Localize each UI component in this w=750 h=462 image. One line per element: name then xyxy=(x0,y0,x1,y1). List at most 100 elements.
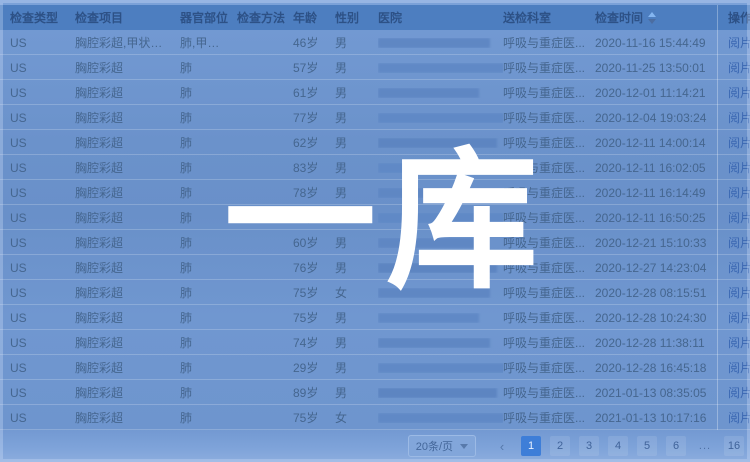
column-header-department: 送检科室 xyxy=(503,9,595,26)
cell-actions: 阅片 xyxy=(717,105,750,130)
sort-desc-icon xyxy=(648,19,656,24)
page-number-button[interactable]: 2 xyxy=(550,436,570,456)
cell-check-type: US xyxy=(10,361,75,375)
cell-check-item: 胸腔彩超 xyxy=(75,184,180,201)
page-number-button[interactable]: 4 xyxy=(608,436,628,456)
cell-check-time: 2020-12-28 08:15:51 xyxy=(595,286,717,300)
view-film-link[interactable]: 阅片 xyxy=(728,159,750,176)
view-film-link[interactable]: 阅片 xyxy=(728,259,750,276)
view-film-link[interactable]: 阅片 xyxy=(728,134,750,151)
cell-hospital xyxy=(378,238,503,248)
cell-check-type: US xyxy=(10,161,75,175)
table-row: US 胸腔彩超 肺 76岁 女 呼吸与重症医... 2020-12-11 16:… xyxy=(0,205,750,230)
cell-check-time: 2021-01-13 08:35:05 xyxy=(595,386,717,400)
table-row: US 胸腔彩超 肺 89岁 男 呼吸与重症医... 2021-01-13 08:… xyxy=(0,380,750,405)
column-header-check-time[interactable]: 检查时间 xyxy=(595,9,717,26)
cell-check-type: US xyxy=(10,311,75,325)
table-row: US 胸腔彩超 肺 76岁 男 呼吸与重症医... 2020-12-27 14:… xyxy=(0,255,750,280)
view-film-link[interactable]: 阅片 xyxy=(728,359,750,376)
cell-check-type: US xyxy=(10,86,75,100)
view-film-link[interactable]: 阅片 xyxy=(728,209,750,226)
cell-hospital xyxy=(378,88,503,98)
exam-table: 检查类型 检查项目 器官部位 检查方法 年龄 性别 医院 送检科室 检查时间 操… xyxy=(0,5,750,430)
cell-department: 呼吸与重症医... xyxy=(503,309,595,326)
cell-gender: 男 xyxy=(335,309,378,326)
cell-department: 呼吸与重症医... xyxy=(503,184,595,201)
cell-check-item: 胸腔彩超 xyxy=(75,384,180,401)
redacted-hospital-block xyxy=(378,263,497,273)
cell-check-time: 2020-11-16 15:44:49 xyxy=(595,36,717,50)
view-film-link[interactable]: 阅片 xyxy=(728,334,750,351)
cell-department: 呼吸与重症医... xyxy=(503,259,595,276)
view-film-link[interactable]: 阅片 xyxy=(728,184,750,201)
cell-age: 75岁 xyxy=(293,309,335,326)
cell-department: 呼吸与重症医... xyxy=(503,109,595,126)
cell-actions: 阅片 xyxy=(717,155,750,180)
view-film-link[interactable]: 阅片 xyxy=(728,34,750,51)
column-header-organ-part: 器官部位 xyxy=(180,9,237,26)
pagination-bar: 20条/页 ‹ 123456... 16 xyxy=(0,430,750,462)
cell-age: 77岁 xyxy=(293,109,335,126)
cell-hospital xyxy=(378,188,503,198)
cell-department: 呼吸与重症医... xyxy=(503,359,595,376)
cell-hospital xyxy=(378,263,503,273)
page-size-value: 20条/页 xyxy=(416,438,453,454)
cell-gender: 男 xyxy=(335,259,378,276)
column-header-check-item: 检查项目 xyxy=(75,9,180,26)
view-film-link[interactable]: 阅片 xyxy=(728,84,750,101)
view-film-link[interactable]: 阅片 xyxy=(728,309,750,326)
cell-check-type: US xyxy=(10,61,75,75)
cell-department: 呼吸与重症医... xyxy=(503,284,595,301)
redacted-hospital-block xyxy=(378,38,490,48)
table-row: US 胸腔彩超,甲状腺彩超 肺,甲状... 46岁 男 呼吸与重症医... 20… xyxy=(0,30,750,55)
cell-organ-part: 肺,甲状... xyxy=(180,34,237,51)
cell-gender: 女 xyxy=(335,409,378,426)
cell-department: 呼吸与重症医... xyxy=(503,384,595,401)
redacted-hospital-block xyxy=(378,63,503,73)
cell-gender: 男 xyxy=(335,109,378,126)
page-number-button[interactable]: ... xyxy=(695,436,715,456)
cell-check-type: US xyxy=(10,411,75,425)
view-film-link[interactable]: 阅片 xyxy=(728,284,750,301)
cell-actions: 阅片 xyxy=(717,205,750,230)
column-header-check-type: 检查类型 xyxy=(10,9,75,26)
cell-age: 83岁 xyxy=(293,159,335,176)
redacted-hospital-block xyxy=(378,413,503,423)
cell-hospital xyxy=(378,163,503,173)
page-number-button[interactable]: 3 xyxy=(579,436,599,456)
cell-gender: 男 xyxy=(335,159,378,176)
cell-check-item: 胸腔彩超 xyxy=(75,159,180,176)
cell-check-time: 2020-12-11 16:50:25 xyxy=(595,211,717,225)
page-number-button[interactable]: 6 xyxy=(666,436,686,456)
prev-page-button[interactable]: ‹ xyxy=(492,436,512,456)
cell-check-type: US xyxy=(10,111,75,125)
cell-gender: 女 xyxy=(335,284,378,301)
cell-gender: 男 xyxy=(335,359,378,376)
view-film-link[interactable]: 阅片 xyxy=(728,234,750,251)
redacted-hospital-block xyxy=(378,163,479,173)
page-number-button[interactable]: 16 xyxy=(724,436,744,456)
column-header-age: 年龄 xyxy=(293,9,335,26)
cell-organ-part: 肺 xyxy=(180,59,237,76)
cell-actions: 阅片 xyxy=(717,255,750,280)
cell-check-item: 胸腔彩超 xyxy=(75,309,180,326)
table-row: US 胸腔彩超 肺 60岁 男 呼吸与重症医... 2020-12-21 15:… xyxy=(0,230,750,255)
view-film-link[interactable]: 阅片 xyxy=(728,59,750,76)
cell-department: 呼吸与重症医... xyxy=(503,209,595,226)
page-number-button[interactable]: 1 xyxy=(521,436,541,456)
cell-check-type: US xyxy=(10,136,75,150)
sort-caret-icon[interactable] xyxy=(648,12,656,24)
cell-check-time: 2021-01-13 10:17:16 xyxy=(595,411,717,425)
column-header-hospital: 医院 xyxy=(378,9,503,26)
view-film-link[interactable]: 阅片 xyxy=(728,409,750,426)
cell-actions: 阅片 xyxy=(717,180,750,205)
view-film-link[interactable]: 阅片 xyxy=(728,384,750,401)
view-film-link[interactable]: 阅片 xyxy=(728,109,750,126)
redacted-hospital-block xyxy=(378,188,503,198)
page-number-button[interactable]: 5 xyxy=(637,436,657,456)
cell-age: 57岁 xyxy=(293,59,335,76)
page-size-select[interactable]: 20条/页 xyxy=(408,435,476,457)
cell-age: 76岁 xyxy=(293,209,335,226)
cell-hospital xyxy=(378,213,503,223)
cell-organ-part: 肺 xyxy=(180,134,237,151)
